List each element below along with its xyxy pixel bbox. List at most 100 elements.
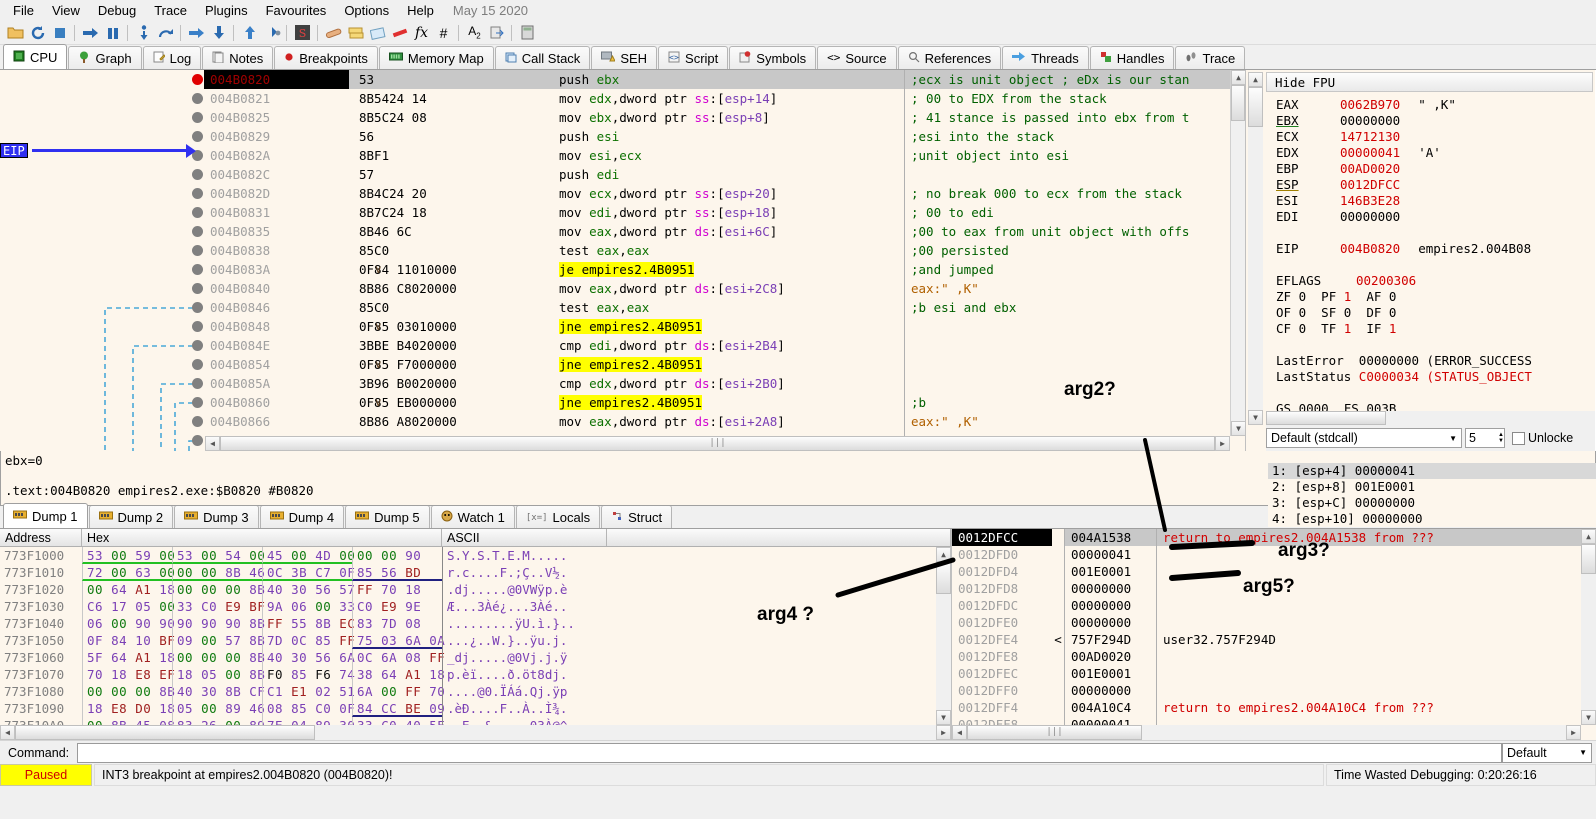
breakpoint-toggle[interactable]: [190, 355, 204, 374]
breakpoint-dot-icon[interactable]: [192, 378, 203, 389]
scrollbar-thumb[interactable]: [936, 562, 951, 594]
dump-hex-group[interactable]: 53 00 54 00: [172, 547, 262, 564]
dump-hex-group[interactable]: 0F 84 10 BF: [82, 632, 172, 649]
scylla-icon[interactable]: S: [292, 22, 313, 43]
breakpoint-toggle[interactable]: [190, 298, 204, 317]
stack-row[interactable]: 0012DFDC00000000: [952, 597, 1596, 614]
stack-value[interactable]: 00000000: [1064, 597, 1156, 614]
step-into-icon[interactable]: [133, 22, 154, 43]
menu-view[interactable]: View: [43, 1, 89, 20]
disassembly-row[interactable]: 004B0848∨0F85 03010000jne empires2.4B095…: [0, 317, 1245, 336]
disassembly-row[interactable]: 004B083885C0test eax,eax;00 persisted: [0, 241, 1245, 260]
stack-value[interactable]: 001E0001: [1064, 563, 1156, 580]
stack-value[interactable]: 004A1538: [1064, 529, 1156, 546]
restart-icon[interactable]: [27, 22, 48, 43]
dump-rows[interactable]: 773F100053 00 59 0053 00 54 0045 00 4D 0…: [0, 547, 951, 740]
hide-fpu-button[interactable]: Hide FPU: [1266, 72, 1593, 92]
breakpoint-toggle[interactable]: [190, 260, 204, 279]
register-value[interactable]: 004B0820: [1340, 241, 1400, 256]
breakpoint-toggle[interactable]: [190, 108, 204, 127]
scroll-left-icon[interactable]: ◀: [0, 725, 15, 740]
dump-hex-group[interactable]: FF 70 18: [352, 581, 442, 598]
register-value[interactable]: 0012DFCC: [1340, 177, 1400, 192]
step-down-icon[interactable]: [208, 22, 229, 43]
menu-trace[interactable]: Trace: [145, 1, 196, 20]
dump-ascii[interactable]: r.c....F.;Ç..V½.: [442, 564, 607, 581]
scroll-up-icon[interactable]: ▲: [1248, 72, 1263, 87]
breakpoint-dot-icon[interactable]: [192, 416, 203, 427]
tab-dump-4[interactable]: Dump 4: [260, 505, 345, 528]
command-input[interactable]: [77, 743, 1502, 763]
flag-value[interactable]: 0: [1389, 289, 1397, 304]
tab-graph[interactable]: Graph: [68, 46, 141, 69]
scrollbar-thumb[interactable]: |||: [220, 436, 1215, 451]
breakpoint-toggle[interactable]: [190, 336, 204, 355]
breakpoint-dot-icon[interactable]: [192, 112, 203, 123]
flag-value[interactable]: 1: [1389, 321, 1397, 336]
dump-ascii[interactable]: _dj.....@0Vj.j.ÿ: [442, 649, 607, 666]
register-row-eax[interactable]: EAX0062B970" ,K": [1276, 97, 1595, 113]
tab-memory-map[interactable]: Memory Map: [379, 46, 494, 69]
dump-hex-group[interactable]: 00 00 8B 46: [172, 564, 262, 581]
scrollbar-thumb[interactable]: [15, 725, 315, 740]
register-value[interactable]: 00AD0020: [1340, 161, 1400, 176]
disassembly-row[interactable]: 004B082D8B4C24 20mov ecx,dword ptr ss:[e…: [0, 184, 1245, 203]
breakpoint-dot-icon[interactable]: [192, 340, 203, 351]
menu-file[interactable]: File: [4, 1, 43, 20]
breakpoint-toggle[interactable]: [190, 241, 204, 260]
dump-hex-group[interactable]: 09 00 57 8B: [172, 632, 262, 649]
stack-row[interactable]: 0012DFEC001E0001: [952, 665, 1596, 682]
stack-row[interactable]: 0012DFF4004A10C4return to empires2.004A1…: [952, 699, 1596, 716]
scroll-right-icon[interactable]: ▶: [1215, 436, 1230, 451]
stack-panel[interactable]: 0012DFCC004A1538return to empires2.004A1…: [952, 529, 1596, 740]
dump-hex-group[interactable]: F0 85 F6 74: [262, 666, 352, 683]
flag-value[interactable]: 0: [1344, 305, 1352, 320]
stack-row[interactable]: 0012DFD000000041: [952, 546, 1596, 563]
argument-list[interactable]: 1: [esp+4] 000000412: [esp+8] 001E00013:…: [1268, 463, 1596, 527]
copy-icon[interactable]: [486, 22, 507, 43]
register-row-ebx[interactable]: EBX00000000: [1276, 113, 1595, 129]
dump-hex-group[interactable]: 83 7D 08: [352, 615, 442, 632]
flag-value[interactable]: 0: [1299, 321, 1307, 336]
dump-hex-group[interactable]: 9A 06 00 33: [262, 598, 352, 615]
disassembly-row[interactable]: 004B08358B46 6Cmov eax,dword ptr ds:[esi…: [0, 222, 1245, 241]
stack-value[interactable]: 757F294D: [1064, 631, 1156, 648]
dump-hex-group[interactable]: 33 C0 E9 BF: [172, 598, 262, 615]
registers-horizontal-scrollbar[interactable]: [1266, 411, 1595, 425]
dump-hex-group[interactable]: 00 00 00 8B: [172, 649, 262, 666]
stack-value[interactable]: 00000041: [1064, 546, 1156, 563]
stack-row[interactable]: 0012DFCC004A1538return to empires2.004A1…: [952, 529, 1596, 546]
registers-vertical-scrollbar[interactable]: ▲ ▼: [1248, 72, 1263, 425]
disassembly-row[interactable]: 004B082053push ebx;ecx is unit object ; …: [0, 70, 1245, 89]
dump-horizontal-scrollbar[interactable]: ◀ ▶: [0, 725, 951, 740]
breakpoint-toggle[interactable]: [190, 317, 204, 336]
breakpoint-dot-icon[interactable]: [192, 169, 203, 180]
dump-hex-group[interactable]: 18 05 00 8B: [172, 666, 262, 683]
register-value[interactable]: 00200306: [1356, 273, 1416, 288]
flags-row[interactable]: ZF 0 PF 1 AF 0: [1276, 289, 1595, 305]
tab-log[interactable]: Log: [143, 46, 202, 69]
register-row-ecx[interactable]: ECX14712130: [1276, 129, 1595, 145]
step-up-icon[interactable]: [239, 22, 260, 43]
dump-hex-group[interactable]: 08 85 C0 0F: [262, 700, 352, 717]
dump-hex-group[interactable]: 06 00 90 90: [82, 615, 172, 632]
flag-value[interactable]: 0: [1389, 305, 1397, 320]
breakpoint-dot-icon[interactable]: [192, 283, 203, 294]
register-row-edi[interactable]: EDI00000000: [1276, 209, 1595, 225]
calling-convention-select[interactable]: Default (stdcall) ▼: [1266, 428, 1462, 448]
step-forward-icon[interactable]: [186, 22, 207, 43]
dump-hex-group[interactable]: 18 E8 D0 18: [82, 700, 172, 717]
breakpoint-dot-icon[interactable]: [192, 397, 203, 408]
dump-hex-group[interactable]: 85 56 BD: [352, 564, 442, 581]
breakpoint-toggle[interactable]: [190, 70, 204, 89]
dump-hex-group[interactable]: 0C 3B C7 0F: [262, 564, 352, 581]
arg-value[interactable]: 00000000: [1355, 495, 1415, 510]
breakpoint-dot-icon[interactable]: [192, 74, 203, 85]
argument-row[interactable]: 3: [esp+C] 00000000: [1268, 495, 1596, 511]
dump-row[interactable]: 773F100053 00 59 0053 00 54 0045 00 4D 0…: [0, 547, 951, 564]
breakpoint-dot-icon[interactable]: [192, 321, 203, 332]
tab-dump-3[interactable]: Dump 3: [174, 505, 259, 528]
run-icon[interactable]: [80, 22, 101, 43]
disassembly-row[interactable]: 004B085A3B96 B0020000cmp edx,dword ptr d…: [0, 374, 1245, 393]
breakpoint-dot-icon[interactable]: [192, 264, 203, 275]
